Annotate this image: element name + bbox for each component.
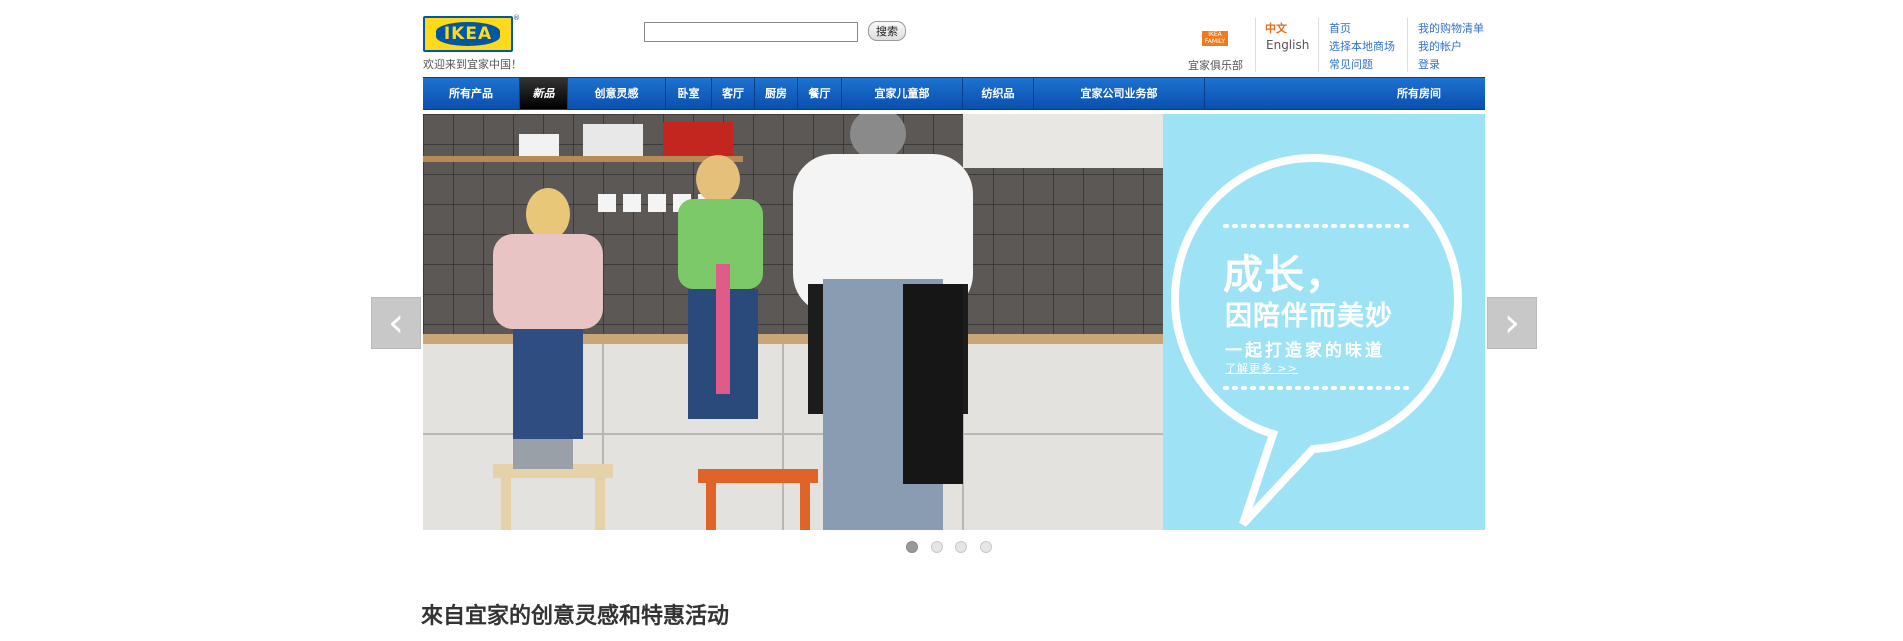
search-button[interactable]: 搜索 bbox=[868, 21, 906, 41]
login-link[interactable]: 登录 bbox=[1418, 56, 1440, 72]
ikea-logo[interactable]: IKEA bbox=[423, 16, 513, 52]
welcome-text: 欢迎来到宜家中国！ bbox=[423, 58, 522, 71]
slide-dot-4[interactable] bbox=[980, 541, 992, 553]
promo-tagline: 一起打造家的味道 bbox=[1225, 341, 1385, 361]
chevron-right-icon: › bbox=[1504, 300, 1520, 346]
nav-business[interactable]: 宜家公司业务部 bbox=[1034, 78, 1204, 109]
nav-all-products[interactable]: 所有产品 bbox=[423, 78, 519, 109]
my-account-link[interactable]: 我的帐户 bbox=[1418, 38, 1462, 54]
section-title: 來自宜家的创意灵感和特惠活动 bbox=[421, 604, 730, 629]
nav-textiles[interactable]: 纺织品 bbox=[963, 78, 1033, 109]
header-divider bbox=[1407, 18, 1408, 72]
next-slide-button[interactable]: › bbox=[1487, 297, 1537, 349]
kitchen-family-photo bbox=[423, 114, 1163, 530]
nav-inspiration[interactable]: 创意灵感 bbox=[568, 78, 665, 109]
nav-all-rooms[interactable]: 所有房间 bbox=[1353, 78, 1485, 109]
nav-living-room[interactable]: 客厅 bbox=[712, 78, 754, 109]
slide-dot-2[interactable] bbox=[931, 541, 943, 553]
logo-text: IKEA bbox=[435, 22, 501, 46]
lang-chinese[interactable]: 中文 bbox=[1265, 20, 1287, 36]
family-card-icon[interactable]: IKEA FAMILY bbox=[1202, 31, 1228, 46]
club-link[interactable]: 宜家俱乐部 bbox=[1188, 57, 1243, 73]
slide-dot-1[interactable] bbox=[906, 541, 918, 553]
choose-store-link[interactable]: 选择本地商场 bbox=[1329, 38, 1395, 54]
nav-dining[interactable]: 餐厅 bbox=[798, 78, 841, 109]
promo-panel: 成长， 因陪伴而美妙 一起打造家的味道 了解更多 >> bbox=[1163, 114, 1485, 530]
prev-slide-button[interactable]: ‹ bbox=[371, 297, 421, 349]
nav-divider bbox=[1204, 78, 1205, 109]
kitchen-scene-illustration bbox=[423, 114, 1163, 530]
hero-banner[interactable]: 成长， 因陪伴而美妙 一起打造家的味道 了解更多 >> bbox=[423, 114, 1485, 530]
main-nav: 所有产品 新品 创意灵感 卧室 客厅 厨房 餐厅 宜家儿童部 纺织品 宜家公司业… bbox=[423, 77, 1485, 110]
promo-subhead: 因陪伴而美妙 bbox=[1225, 301, 1393, 332]
slide-dot-3[interactable] bbox=[955, 541, 967, 553]
registered-mark: ® bbox=[513, 14, 520, 22]
lang-english[interactable]: English bbox=[1266, 38, 1309, 52]
header-divider bbox=[1255, 18, 1256, 72]
shopping-list-link[interactable]: 我的购物清单 bbox=[1418, 20, 1484, 36]
learn-more-link[interactable]: 了解更多 >> bbox=[1225, 360, 1298, 376]
home-link[interactable]: 首页 bbox=[1329, 20, 1351, 36]
nav-new-products[interactable]: 新品 bbox=[520, 78, 567, 109]
promo-headline: 成长， bbox=[1223, 252, 1346, 298]
header-divider bbox=[1318, 18, 1319, 72]
faq-link[interactable]: 常见问题 bbox=[1329, 56, 1373, 72]
nav-kitchen[interactable]: 厨房 bbox=[755, 78, 797, 109]
chevron-left-icon: ‹ bbox=[388, 300, 404, 346]
nav-children[interactable]: 宜家儿童部 bbox=[842, 78, 962, 109]
search-input[interactable] bbox=[644, 22, 858, 42]
nav-bedroom[interactable]: 卧室 bbox=[666, 78, 711, 109]
